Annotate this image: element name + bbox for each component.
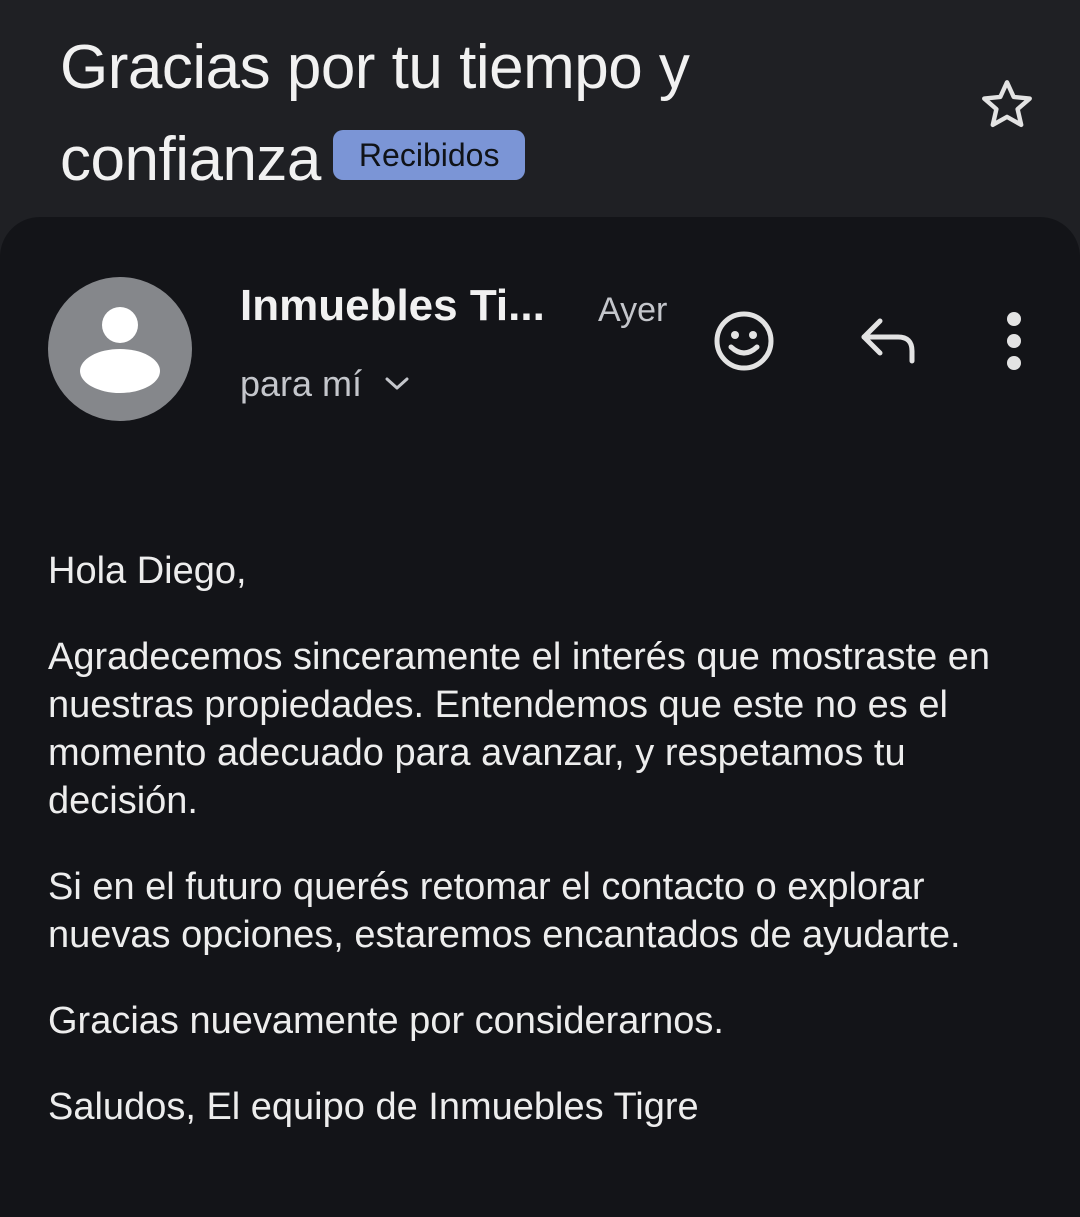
recipient-details-toggle[interactable]: para mí <box>240 363 410 405</box>
reply-button[interactable] <box>854 311 922 371</box>
emoji-reaction-icon <box>714 311 774 371</box>
reply-icon <box>861 318 915 364</box>
more-vert-icon <box>1007 312 1021 370</box>
more-options-button[interactable] <box>990 307 1038 375</box>
avatar[interactable] <box>48 277 192 421</box>
message-date: Ayer <box>598 291 668 329</box>
greeting: Hola Diego, <box>48 550 247 592</box>
body-paragraph-1: Agradecemos sinceramente el interés que … <box>48 636 991 822</box>
emoji-reaction-button[interactable] <box>710 307 778 375</box>
message-body: Hola Diego, Agradecemos sinceramente el … <box>48 547 1048 1169</box>
email-subject: Gracias por tu tiempo y confianza Recibid… <box>60 22 940 206</box>
chevron-down-icon <box>385 377 409 390</box>
person-avatar-icon <box>80 307 160 393</box>
message-card: Inmuebles Ti... Ayer para mí Hola Diego,… <box>0 217 1080 1217</box>
star-icon[interactable] <box>976 74 1038 136</box>
body-paragraph-3: Gracias nuevamente por considerarnos. <box>48 1000 724 1042</box>
label-badge-inbox[interactable]: Recibidos <box>332 130 526 180</box>
email-header: Gracias por tu tiempo y confianza Recibid… <box>0 0 1080 230</box>
sender-name[interactable]: Inmuebles Ti... <box>240 281 545 331</box>
body-paragraph-2: Si en el futuro querés retomar el contac… <box>48 866 961 956</box>
signature: Saludos, El equipo de Inmuebles Tigre <box>48 1086 699 1128</box>
recipient-line: para mí <box>240 363 363 404</box>
